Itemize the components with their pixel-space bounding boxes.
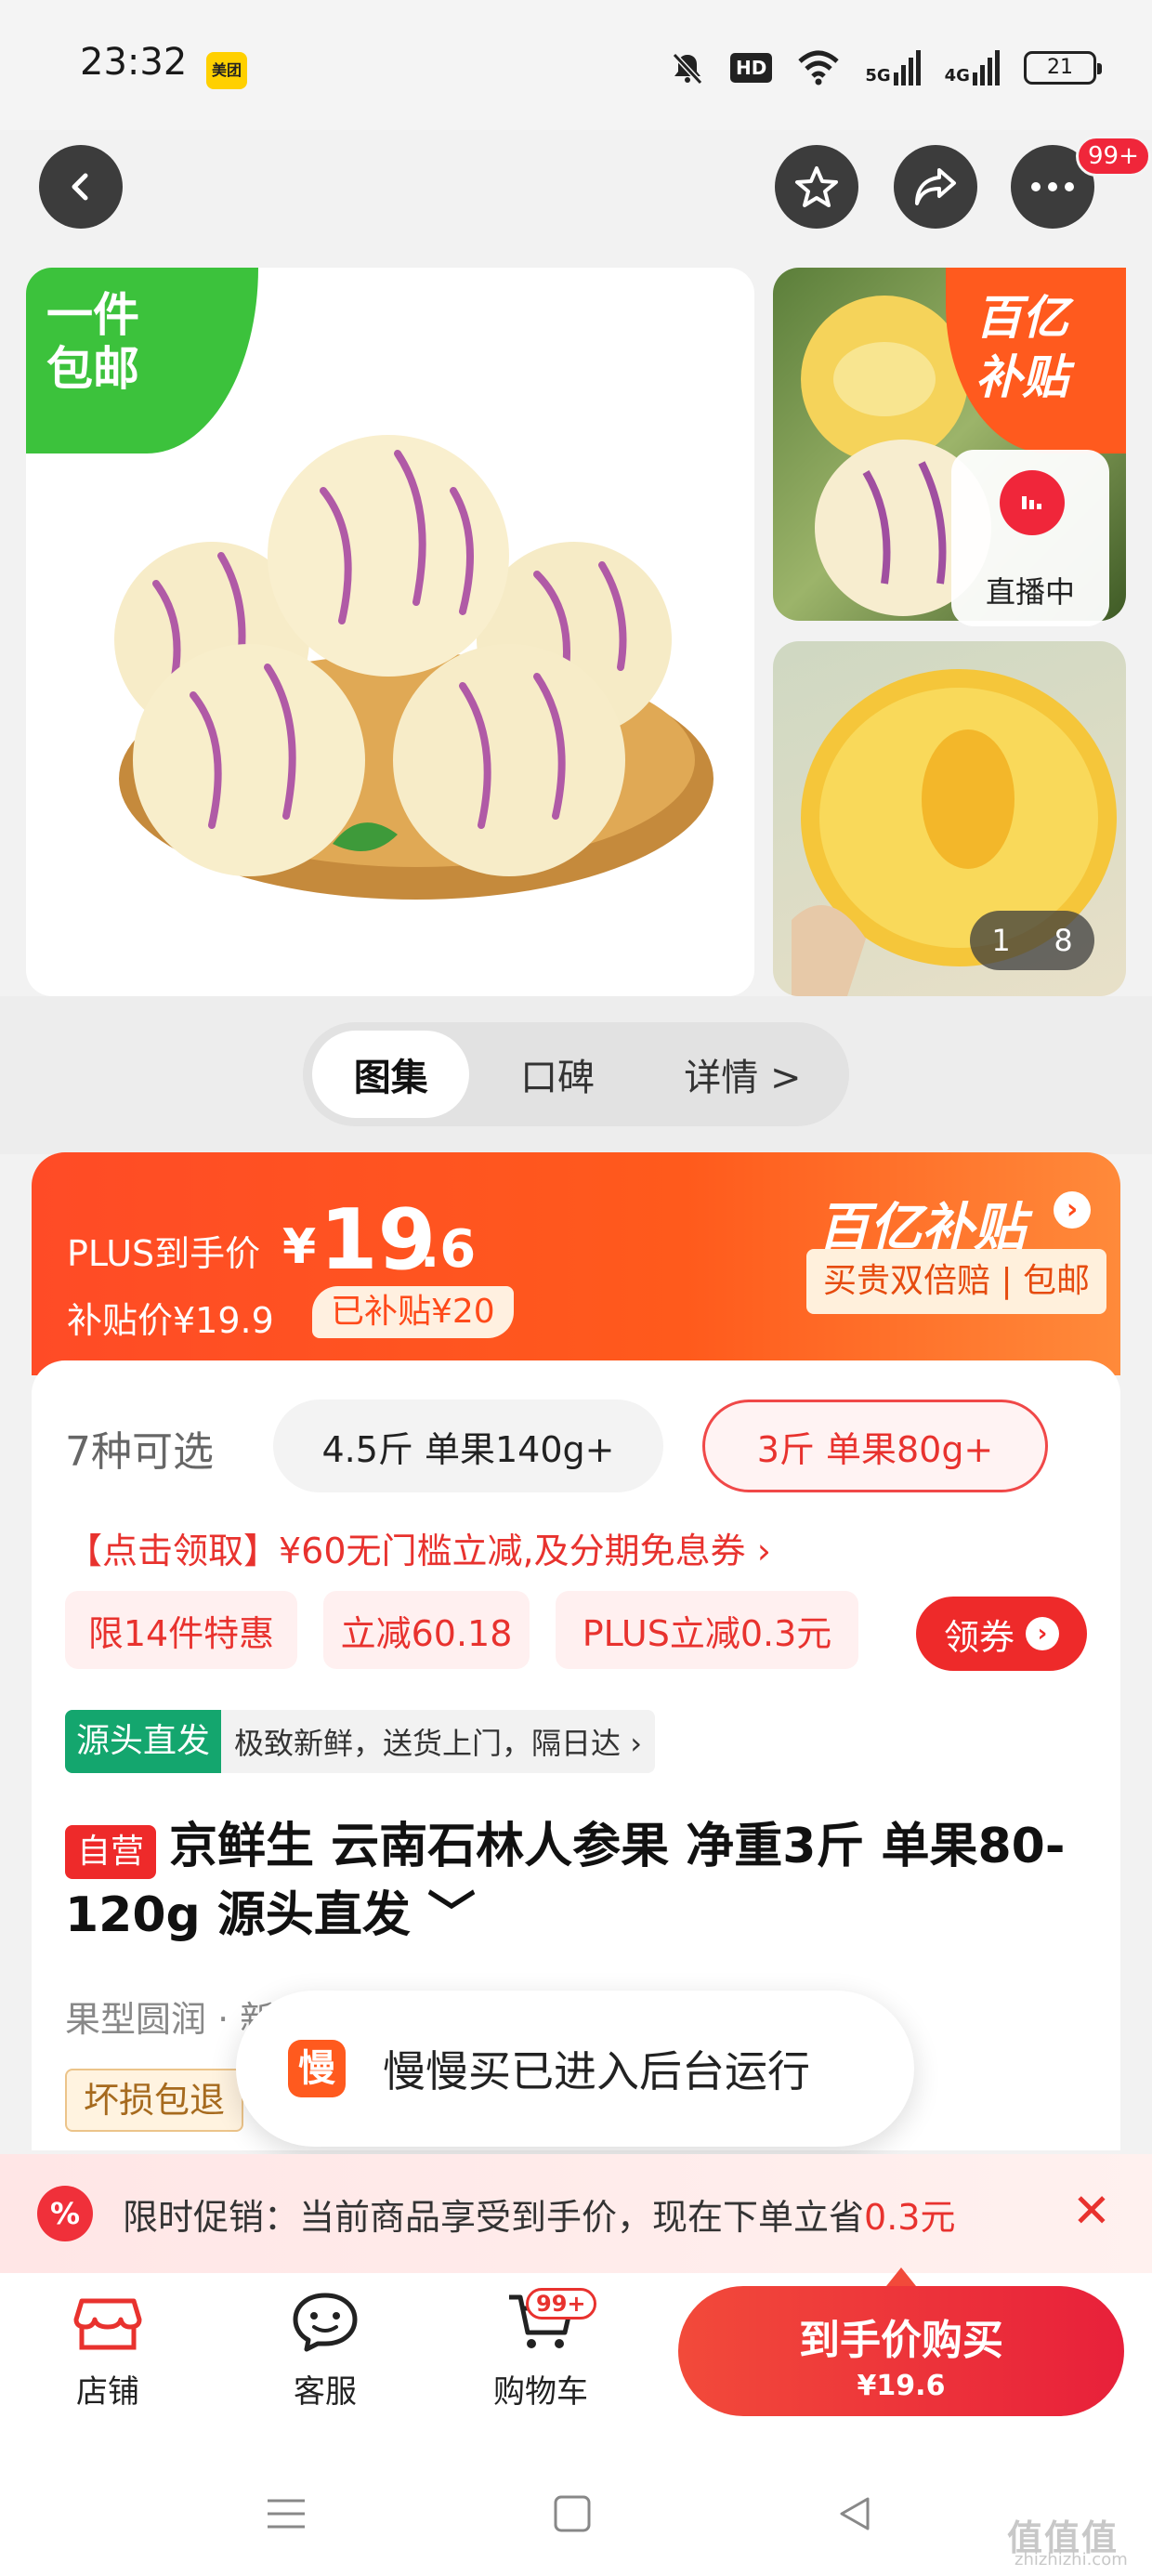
cart-label: 购物车 [493, 2373, 588, 2411]
chevron-right-icon[interactable]: › [1054, 1191, 1091, 1229]
variant-option-1[interactable]: 4.5斤 单果140g+ [273, 1400, 663, 1492]
background-running-toast: 慢 慢慢买已进入后台运行 [236, 1991, 914, 2147]
free-shipping-text: 一件包邮 [46, 288, 139, 396]
chevron-left-icon [72, 173, 88, 201]
manmanmai-app-icon: 慢 [288, 2040, 346, 2097]
get-coupon-button[interactable]: 领券 › [916, 1597, 1087, 1671]
tab-details[interactable]: 详情 > [646, 1031, 840, 1118]
promo-text: 限时促销：当前商品享受到手价，现在下单立省 [123, 2196, 865, 2238]
promo-bar[interactable]: % 限时促销：当前商品享受到手价，现在下单立省 0.3元 [0, 2154, 1152, 2273]
toast-message: 慢慢买已进入后台运行 [383, 2046, 810, 2096]
total-image-count: 8 [1054, 923, 1073, 958]
percent-icon: % [37, 2186, 93, 2241]
gallery-tabs: 图集 口碑 详情 > [303, 1022, 849, 1126]
tab-gallery[interactable]: 图集 [312, 1031, 470, 1118]
origin-shipping-row[interactable]: 源头直发 极致新鲜，送货上门，隔日达 › [65, 1710, 655, 1773]
promo-save-amount: 0.3元 [864, 2196, 956, 2238]
guarantee-tag[interactable]: 买贵双倍赔 | 包邮 [806, 1249, 1107, 1314]
subsidy-amount-badge: 已补贴¥20 [312, 1286, 514, 1338]
price-currency: ¥ [282, 1219, 317, 1275]
message-count-badge: 99+ [1076, 136, 1151, 177]
promo-chip-plus[interactable]: PLUS立减0.3元 [556, 1591, 858, 1669]
product-title[interactable]: 京鲜生 云南石林人参果 净重3斤 单果80-120g 源头直发 ﹀ [65, 1812, 1068, 1950]
recent-apps-button[interactable] [249, 2481, 323, 2546]
watermark-url: zhizhizhi.com [1015, 2550, 1128, 2569]
favorite-button[interactable] [775, 145, 858, 229]
store-icon [73, 2298, 142, 2350]
cart-count-badge: 99+ [526, 2288, 596, 2320]
signal-4g-icon: 4G [945, 50, 1000, 85]
tab-reviews[interactable]: 口碑 [469, 1031, 645, 1118]
origin-tag: 源头直发 [65, 1710, 222, 1773]
origin-description: 极致新鲜，送货上门，隔日达 › [234, 1726, 642, 1761]
promo-chip-limited[interactable]: 限14件特惠 [65, 1591, 297, 1669]
meituan-app-icon: 美团 [206, 52, 247, 89]
price-decimal: .6 [420, 1219, 477, 1280]
coupon-claim-link[interactable]: 【点击领取】¥60无门槛立减,及分期免息券 › [67, 1522, 771, 1573]
back-button[interactable] [39, 145, 123, 229]
more-dots-icon [1031, 182, 1074, 191]
current-image-index: 1 [991, 923, 1011, 958]
star-icon [795, 166, 838, 207]
status-time: 23:32 [80, 41, 188, 84]
status-icons: HD 5G 4G 21 [669, 46, 1102, 89]
battery-icon: 21 [1023, 51, 1102, 85]
mute-bell-icon [672, 52, 703, 85]
chevron-right-icon: › [1026, 1617, 1059, 1650]
variant-count[interactable]: 7种可选 [65, 1418, 214, 1478]
plus-price-label: PLUS到手价 [67, 1233, 261, 1274]
store-button[interactable]: 店铺 [33, 2288, 182, 2412]
home-button[interactable] [535, 2481, 609, 2546]
buy-button-price: ¥19.6 [857, 2370, 946, 2402]
customer-service-button[interactable]: 客服 [251, 2288, 399, 2412]
subsidy-price: 补贴价¥19.9 [67, 1300, 274, 1341]
live-label: 直播中 [985, 574, 1075, 610]
live-icon [1000, 470, 1065, 535]
damage-refund-tag: 坏损包退 [65, 2069, 244, 2132]
system-back-button[interactable] [818, 2481, 892, 2546]
triangle-back-icon [840, 2497, 870, 2530]
get-coupon-label: 领券 [943, 1616, 1015, 1658]
share-button[interactable] [894, 145, 977, 229]
square-home-icon [554, 2495, 591, 2532]
hd-voice-icon: HD [730, 53, 773, 83]
price-integer: 19 [320, 1191, 437, 1289]
buy-now-button[interactable]: 到手价购买 ¥19.6 [678, 2286, 1124, 2416]
promo-chip-discount[interactable]: 立减60.18 [323, 1591, 530, 1669]
store-label: 店铺 [76, 2373, 139, 2411]
close-icon[interactable]: ✕ [1072, 2184, 1111, 2238]
subsidy-badge-text: 百亿补贴 [975, 291, 1068, 404]
service-label: 客服 [294, 2373, 357, 2411]
buy-button-label: 到手价购买 [799, 2317, 1003, 2364]
main-product-image[interactable]: 一件包邮 [26, 268, 754, 996]
menu-icon [268, 2499, 305, 2529]
share-icon [915, 168, 956, 205]
wifi-icon [798, 50, 840, 85]
signal-5g-icon: 5G [865, 50, 921, 85]
variant-option-2-selected[interactable]: 3斤 单果80g+ [702, 1400, 1048, 1492]
image-counter: 1 8 [970, 911, 1094, 970]
chat-face-icon [293, 2293, 358, 2352]
buy-pointer-arrow [886, 2267, 916, 2286]
